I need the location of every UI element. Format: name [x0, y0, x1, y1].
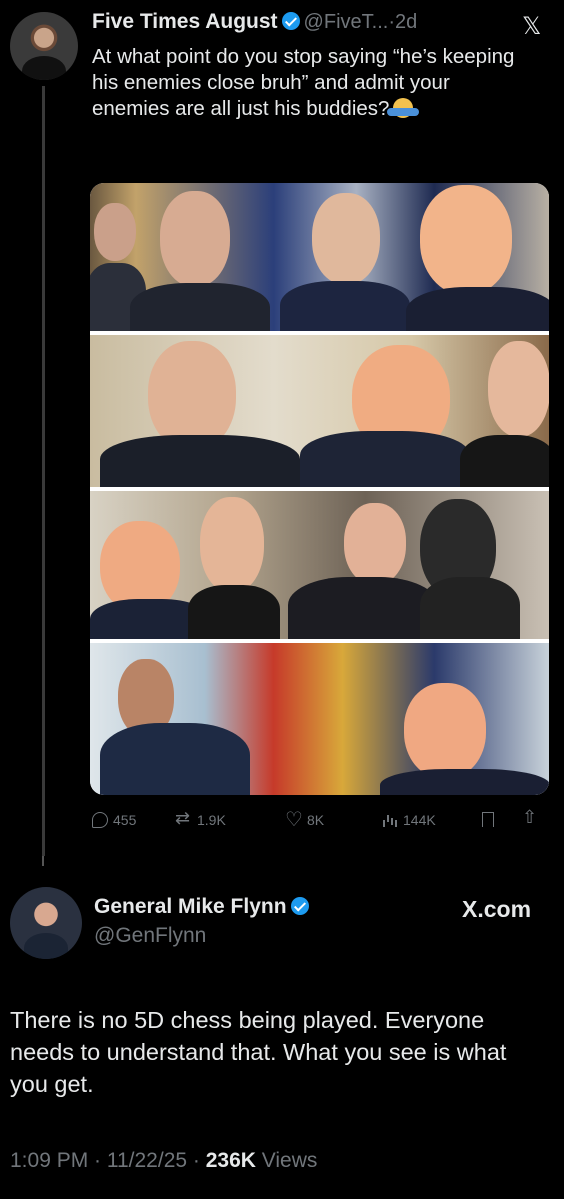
author-handle-2[interactable]: @GenFlynn	[94, 924, 206, 948]
author-handle[interactable]: @FiveT...	[304, 11, 389, 33]
thread-line	[42, 86, 45, 856]
share-icon	[522, 807, 538, 828]
post-age: ·2d	[388, 11, 418, 33]
repost-count: 1.9K	[197, 812, 226, 828]
person-shrugging-icon	[387, 98, 420, 118]
source-label: X.com	[462, 896, 532, 922]
photo-grid	[90, 183, 549, 795]
repost-icon	[175, 808, 192, 829]
tweet-actions: 455 1.9K 8K 144K	[92, 807, 548, 836]
heart-icon	[285, 807, 303, 832]
verified-badge-icon	[281, 12, 300, 30]
views-label: Views	[255, 1149, 318, 1172]
post-timestamp: 1:09 PM · 11/22/25 ·	[10, 1149, 206, 1172]
like-button[interactable]: 8K	[285, 807, 325, 832]
reply-button[interactable]: 455	[92, 812, 136, 828]
reply-icon	[92, 812, 108, 828]
photo-1[interactable]	[90, 183, 549, 331]
author-avatar[interactable]	[10, 12, 78, 80]
author-name-2[interactable]: General Mike Flynn	[94, 895, 287, 918]
post-meta: 1:09 PM · 11/22/25 · 236K Views	[10, 1149, 317, 1173]
bookmark-icon	[482, 812, 494, 827]
author-header-2: General Mike Flynn	[94, 895, 309, 919]
share-button[interactable]	[522, 807, 538, 828]
views-count: 144K	[403, 812, 436, 828]
views-chart-icon	[382, 812, 398, 828]
author-avatar-2[interactable]	[10, 887, 82, 959]
photo-4[interactable]	[90, 643, 549, 795]
verified-badge-icon	[290, 897, 309, 915]
thread-divider	[42, 856, 44, 866]
views-button[interactable]: 144K	[382, 812, 436, 828]
tweet-text-2: There is no 5D chess being played. Every…	[10, 1007, 507, 1097]
tweet-text-body: At what point do you stop saying “he’s k…	[92, 45, 515, 120]
reply-count: 455	[113, 812, 137, 828]
repost-button[interactable]: 1.9K	[175, 808, 226, 829]
tweet-text: At what point do you stop saying “he’s k…	[92, 44, 532, 122]
author-name[interactable]: Five Times August	[92, 10, 278, 33]
like-count: 8K	[307, 812, 325, 828]
photo-2[interactable]	[90, 335, 549, 487]
author-header: Five Times August @FiveT...·2d	[92, 10, 417, 34]
photo-3[interactable]	[90, 491, 549, 639]
x-logo-icon: 𝕏	[522, 13, 542, 40]
bookmark-button[interactable]	[482, 812, 494, 827]
views-count-2: 236K	[205, 1149, 256, 1172]
